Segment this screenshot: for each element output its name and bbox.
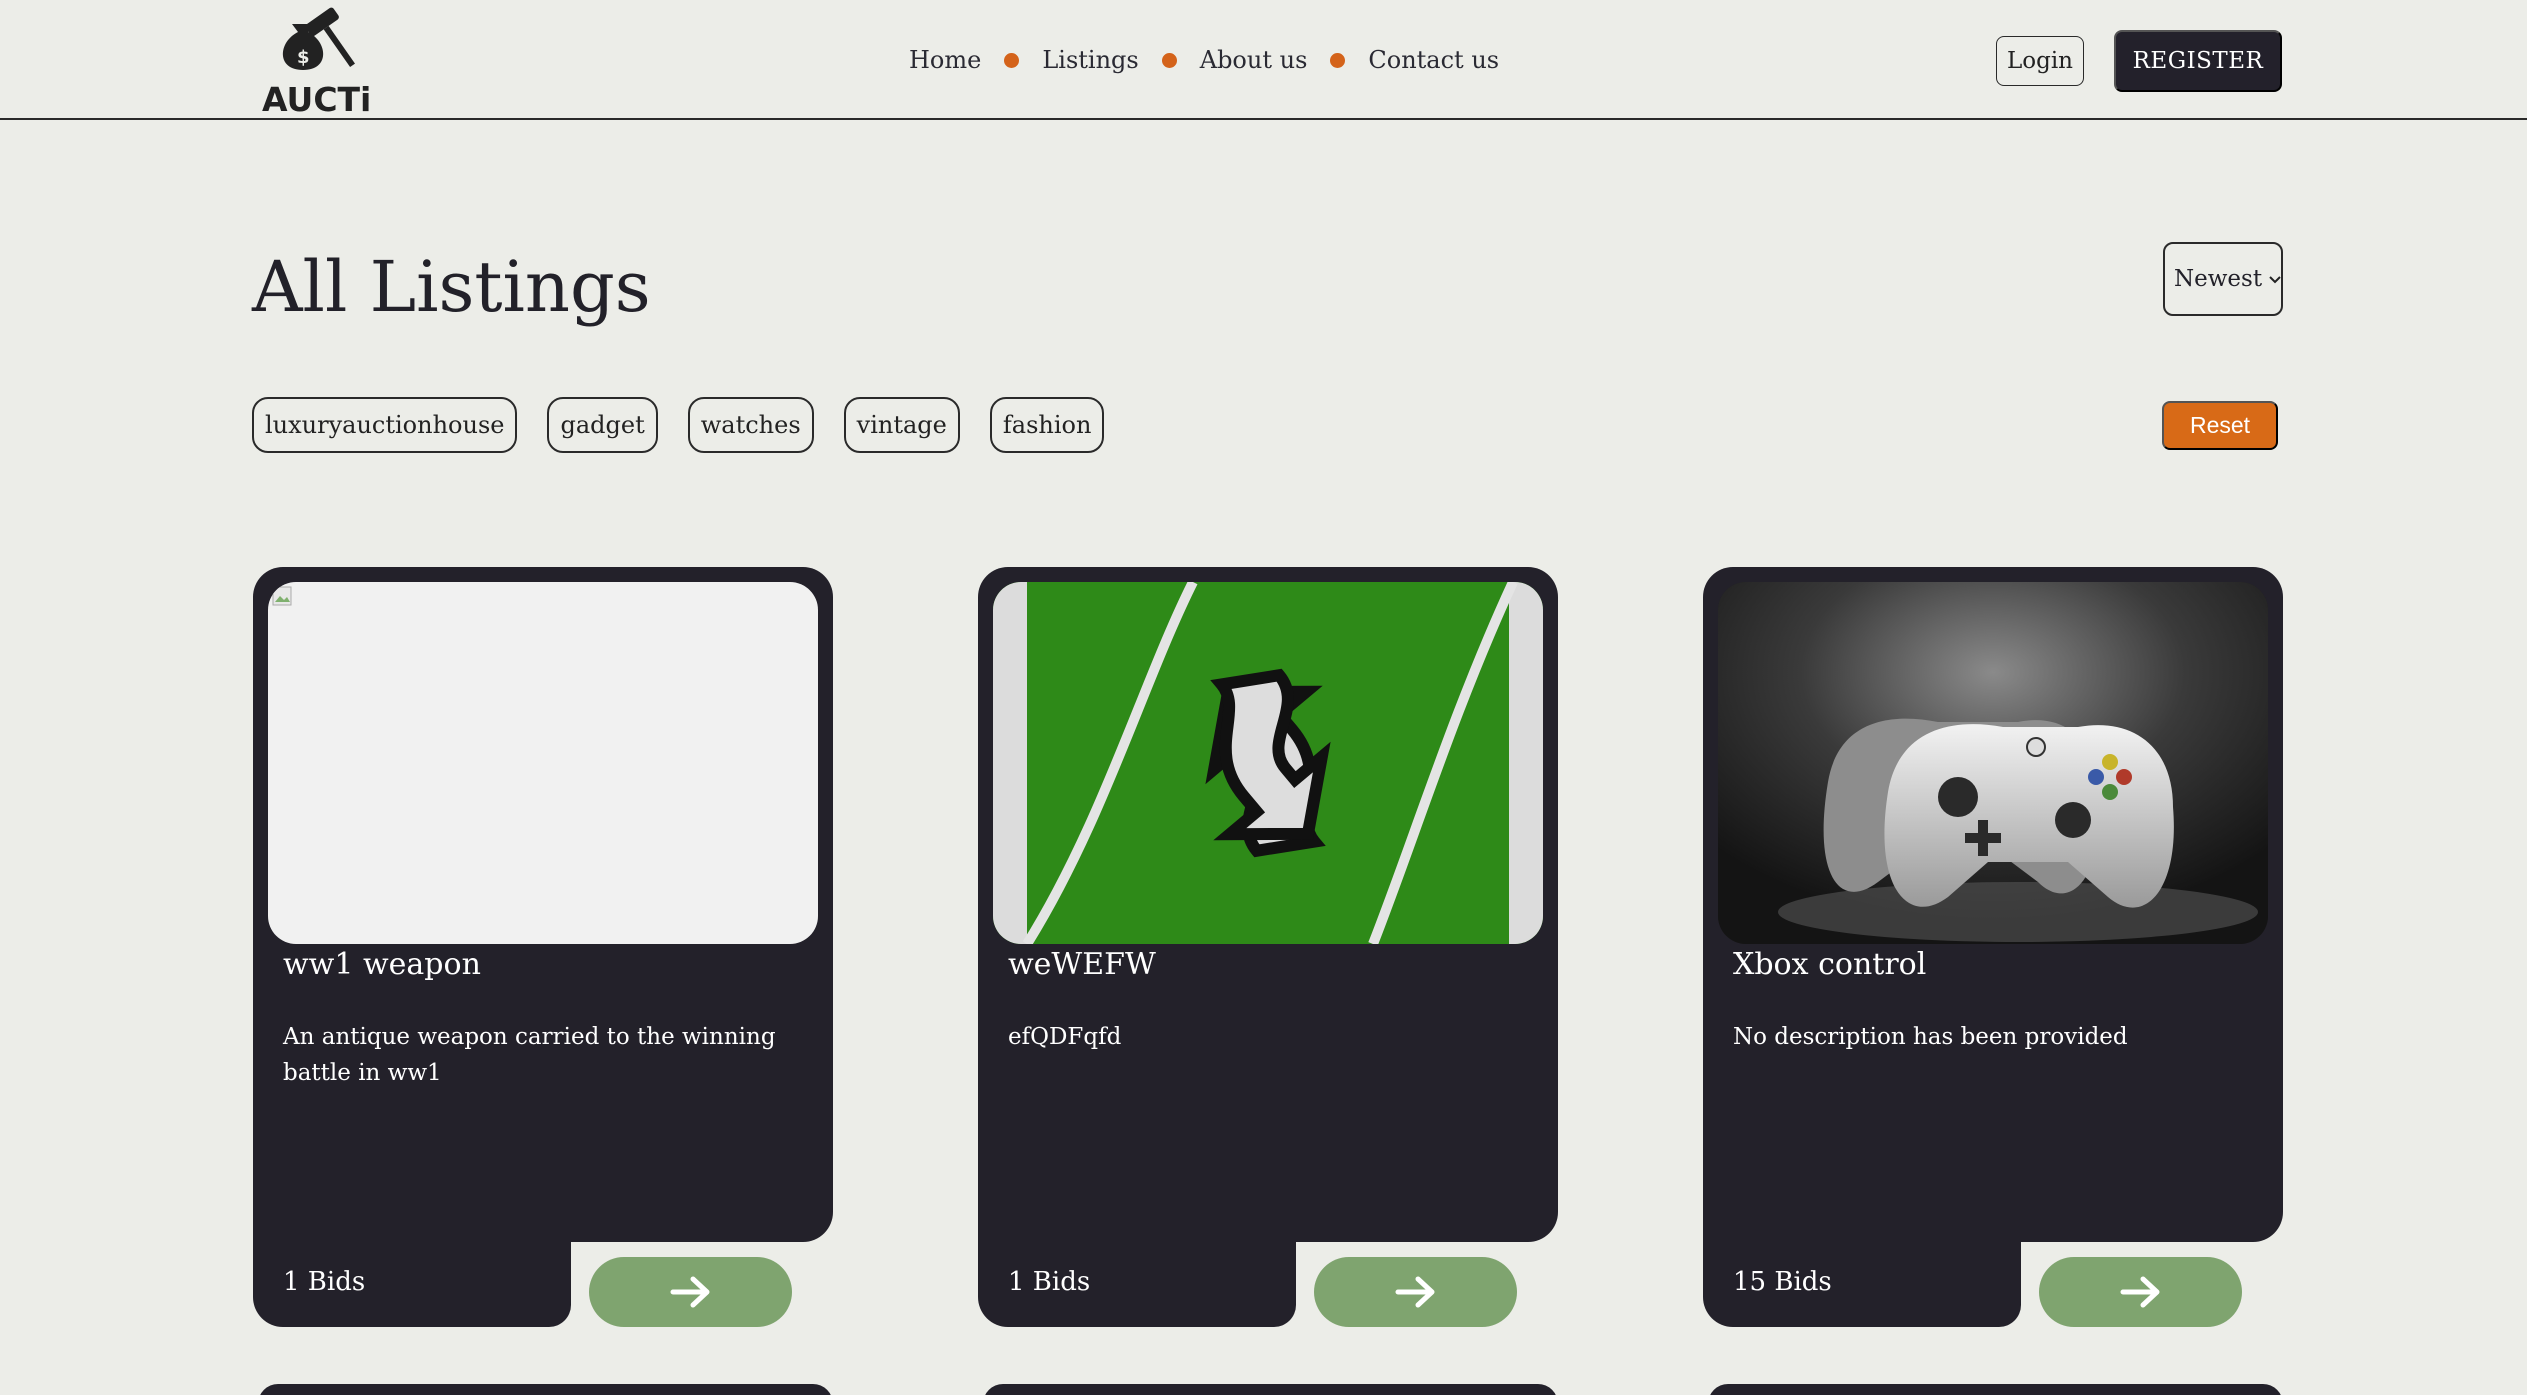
login-button[interactable]: Login	[1996, 36, 2084, 86]
auction-gavel-moneybag-icon: $	[282, 7, 355, 70]
tag-filter[interactable]: vintage	[843, 397, 960, 453]
listing-description: No description has been provided	[1733, 1024, 2128, 1050]
listing-image[interactable]	[268, 582, 818, 944]
listing-image[interactable]	[993, 582, 1543, 944]
bid-count: 1 Bids	[283, 1267, 366, 1297]
uno-reverse-card-image	[993, 582, 1543, 944]
xbox-controller-image	[1718, 582, 2268, 944]
main-nav: Home Listings About us Contact us	[909, 40, 1499, 80]
listing-title: weWEFW	[1008, 947, 1156, 982]
view-listing-button[interactable]	[589, 1257, 792, 1327]
listing-card-partial	[1708, 1384, 2283, 1395]
nav-separator-dot	[1330, 52, 1346, 68]
nav-separator-dot	[1161, 52, 1177, 68]
register-button[interactable]: REGISTER	[2114, 30, 2282, 92]
listing-card: Xbox control No description has been pro…	[1703, 567, 2283, 1327]
card-footer	[1703, 1167, 2021, 1327]
broken-image-icon	[272, 586, 292, 606]
tag-filter[interactable]: watches	[687, 397, 814, 453]
sort-select[interactable]: Newest	[2163, 242, 2283, 316]
tag-filter[interactable]: fashion	[989, 397, 1105, 453]
nav-separator-dot	[1004, 52, 1020, 68]
listing-card: weWEFW efQDFqfd 1 Bids	[978, 567, 1558, 1327]
arrow-right-icon	[2120, 1276, 2159, 1308]
nav-contact-us[interactable]: Contact us	[1368, 46, 1499, 74]
logo[interactable]: $ AUCTi	[260, 6, 371, 119]
listing-description: efQDFqfd	[1008, 1024, 1122, 1050]
logo-text: AUCTi	[262, 80, 372, 119]
listing-title: Xbox control	[1733, 947, 1927, 982]
card-footer	[253, 1167, 571, 1327]
arrow-right-icon	[1395, 1276, 1434, 1308]
view-listing-button[interactable]	[2039, 1257, 2242, 1327]
sort-selected-value: Newest	[2174, 266, 2263, 292]
chevron-down-icon	[2268, 270, 2282, 289]
site-header: $ AUCTi Home Listings About us Contact u…	[0, 0, 2527, 120]
arrow-right-icon	[670, 1276, 709, 1308]
svg-text:$: $	[297, 47, 310, 68]
nav-home[interactable]: Home	[909, 46, 981, 74]
tag-filter-list: luxuryauctionhouse gadget watches vintag…	[252, 397, 1134, 453]
listing-card-partial	[258, 1384, 833, 1395]
nav-listings[interactable]: Listings	[1042, 46, 1138, 74]
listing-title: ww1 weapon	[283, 947, 481, 982]
listing-card-partial	[983, 1384, 1558, 1395]
bid-count: 1 Bids	[1008, 1267, 1091, 1297]
listing-card: ww1 weapon An antique weapon carried to …	[253, 567, 833, 1327]
tag-filter[interactable]: gadget	[547, 397, 658, 453]
page-title: All Listings	[252, 246, 651, 328]
view-listing-button[interactable]	[1314, 1257, 1517, 1327]
listing-image[interactable]	[1718, 582, 2268, 944]
nav-about-us[interactable]: About us	[1200, 46, 1308, 74]
listing-description: An antique weapon carried to the winning…	[283, 1024, 776, 1086]
tag-filter[interactable]: luxuryauctionhouse	[252, 397, 518, 453]
bid-count: 15 Bids	[1733, 1267, 1832, 1297]
reset-button[interactable]: Reset	[2162, 401, 2278, 450]
card-footer	[978, 1167, 1296, 1327]
